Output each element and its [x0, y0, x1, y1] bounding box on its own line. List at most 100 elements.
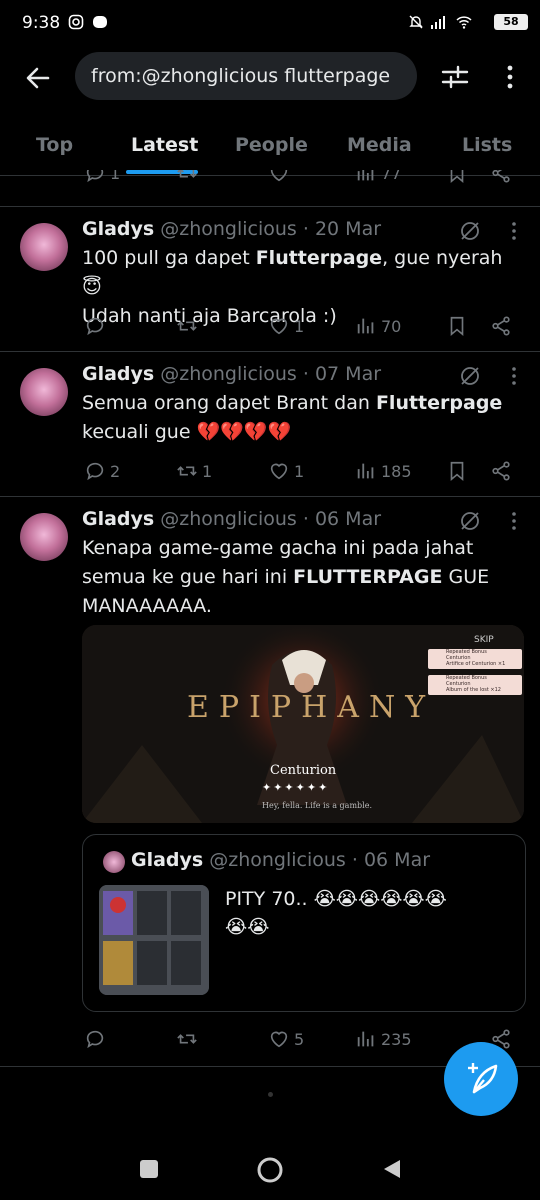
reply-button[interactable]	[84, 311, 110, 341]
share-button[interactable]	[490, 311, 512, 341]
more-vertical-icon[interactable]	[505, 219, 523, 243]
views-button[interactable]: 70	[355, 311, 401, 341]
recents-square-icon[interactable]	[138, 1158, 160, 1180]
views-count: 77	[381, 170, 402, 183]
tab-people[interactable]: People	[235, 134, 308, 156]
reply-icon	[86, 317, 104, 336]
author-name[interactable]: Gladys	[82, 508, 154, 530]
search-input[interactable]: from:@zhonglicious flutterpage	[75, 52, 417, 100]
rarity-stars: ✦✦✦✦✦✦	[262, 781, 330, 794]
quote-header: Gladys @zhonglicious · 06 Mar	[131, 849, 430, 871]
like-button[interactable]: 1	[268, 456, 304, 486]
tweet-date: · 20 Mar	[302, 218, 382, 240]
like-button[interactable]: 1	[268, 311, 304, 341]
grok-icon[interactable]	[458, 219, 482, 243]
bookmark-icon	[450, 461, 464, 482]
share-icon	[492, 461, 510, 481]
system-nav-bar	[0, 1120, 540, 1200]
retweet-button[interactable]	[176, 311, 202, 341]
like-count: 1	[294, 316, 305, 336]
tab-media[interactable]: Media	[347, 134, 412, 156]
mute-bell-icon	[409, 15, 423, 29]
like-count: 1	[294, 461, 305, 481]
compose-post-button[interactable]	[444, 1042, 518, 1116]
avatar[interactable]	[20, 223, 68, 271]
status-time: 9:38	[22, 13, 61, 33]
reply-icon	[86, 462, 104, 481]
more-vertical-icon[interactable]	[505, 509, 523, 533]
author-name[interactable]: Gladys	[82, 218, 154, 240]
tweet-date: · 06 Mar	[351, 849, 431, 871]
search-header: from:@zhonglicious flutterpage	[0, 50, 540, 106]
tweet-media-image[interactable]: EPIPHANY Centurion ✦✦✦✦✦✦ Hey, fella. Li…	[82, 625, 524, 823]
status-bar: 9:38 58	[0, 0, 540, 50]
instagram-icon	[68, 14, 84, 30]
tweet-text: Kenapa game-game gacha ini pada jahat se…	[82, 537, 490, 617]
avatar	[103, 851, 125, 873]
reply-button[interactable]: 1	[84, 170, 120, 188]
tab-latest[interactable]: Latest	[131, 134, 198, 156]
reply-count: 1	[110, 170, 121, 183]
tweet-actions-stub: 1 77	[0, 170, 540, 190]
tweet-item[interactable]: Gladys @zhonglicious · 07 Mar Semua orang…	[0, 352, 540, 497]
views-button[interactable]: 185	[355, 456, 412, 486]
retweet-button[interactable]: 1	[176, 456, 212, 486]
quoted-tweet[interactable]: Gladys @zhonglicious · 06 Mar PITY 70.. 😭…	[82, 834, 526, 1012]
more-vertical-icon[interactable]	[505, 364, 523, 388]
heart-icon	[270, 463, 288, 480]
retweet-button[interactable]	[176, 1024, 202, 1054]
author-name[interactable]: Gladys	[82, 363, 154, 385]
views-chart-icon	[357, 463, 374, 479]
tweet-header: Gladys @zhonglicious · 06 Mar	[82, 508, 381, 530]
more-vertical-icon[interactable]	[498, 62, 522, 92]
retweet-icon	[177, 1034, 197, 1044]
views-count: 185	[381, 461, 412, 481]
tweet-item[interactable]: Gladys @zhonglicious · 20 Mar 100 pull ga…	[0, 207, 540, 352]
like-button[interactable]	[268, 170, 290, 188]
wifi-icon	[456, 16, 472, 29]
author-handle[interactable]: @zhonglicious	[160, 218, 297, 240]
bookmark-button[interactable]	[446, 456, 468, 486]
retweet-icon	[177, 321, 197, 331]
author-handle[interactable]: @zhonglicious	[160, 508, 297, 530]
bookmark-button[interactable]	[446, 170, 468, 188]
bookmark-button[interactable]	[446, 311, 468, 341]
avatar[interactable]	[20, 368, 68, 416]
reply-count: 2	[110, 461, 121, 481]
avatar[interactable]	[20, 513, 68, 561]
tweet-date: · 07 Mar	[302, 363, 382, 385]
reply-button[interactable]	[84, 1024, 110, 1054]
heart-icon	[270, 1031, 288, 1048]
reward-card: Repeated Bonus Centurion Album of the lost…	[428, 675, 522, 695]
share-button[interactable]	[490, 456, 512, 486]
back-arrow-icon[interactable]	[22, 62, 54, 94]
reward-card: Repeated Bonus Centurion Artifice of Centu…	[428, 649, 522, 669]
tweet-header: Gladys @zhonglicious · 20 Mar	[82, 218, 381, 240]
quote-thumbnail[interactable]	[99, 885, 209, 995]
views-chart-icon	[357, 170, 374, 181]
share-button[interactable]	[490, 170, 512, 188]
retweet-icon	[177, 466, 197, 476]
author-handle: @zhonglicious	[209, 849, 346, 871]
filter-sliders-icon[interactable]	[440, 62, 470, 92]
views-button[interactable]: 235	[355, 1024, 412, 1054]
retweet-button[interactable]	[176, 170, 198, 188]
bookmark-icon	[450, 316, 464, 337]
home-circle-icon[interactable]	[256, 1156, 284, 1184]
search-tabs: Top Latest People Media Lists	[0, 120, 540, 176]
tab-top[interactable]: Top	[36, 134, 73, 156]
grok-icon[interactable]	[458, 509, 482, 533]
heart-icon	[270, 170, 288, 182]
grok-icon[interactable]	[458, 364, 482, 388]
views-button[interactable]: 77	[355, 170, 401, 188]
author-handle[interactable]: @zhonglicious	[160, 363, 297, 385]
tab-lists[interactable]: Lists	[462, 134, 512, 156]
like-button[interactable]: 5	[268, 1024, 304, 1054]
heart-icon	[270, 318, 288, 335]
share-icon	[492, 316, 510, 336]
views-count: 235	[381, 1029, 412, 1049]
bookmark-icon	[450, 170, 464, 184]
reply-button[interactable]: 2	[84, 456, 120, 486]
skip-label: SKIP	[474, 635, 494, 645]
back-triangle-icon[interactable]	[380, 1157, 404, 1181]
